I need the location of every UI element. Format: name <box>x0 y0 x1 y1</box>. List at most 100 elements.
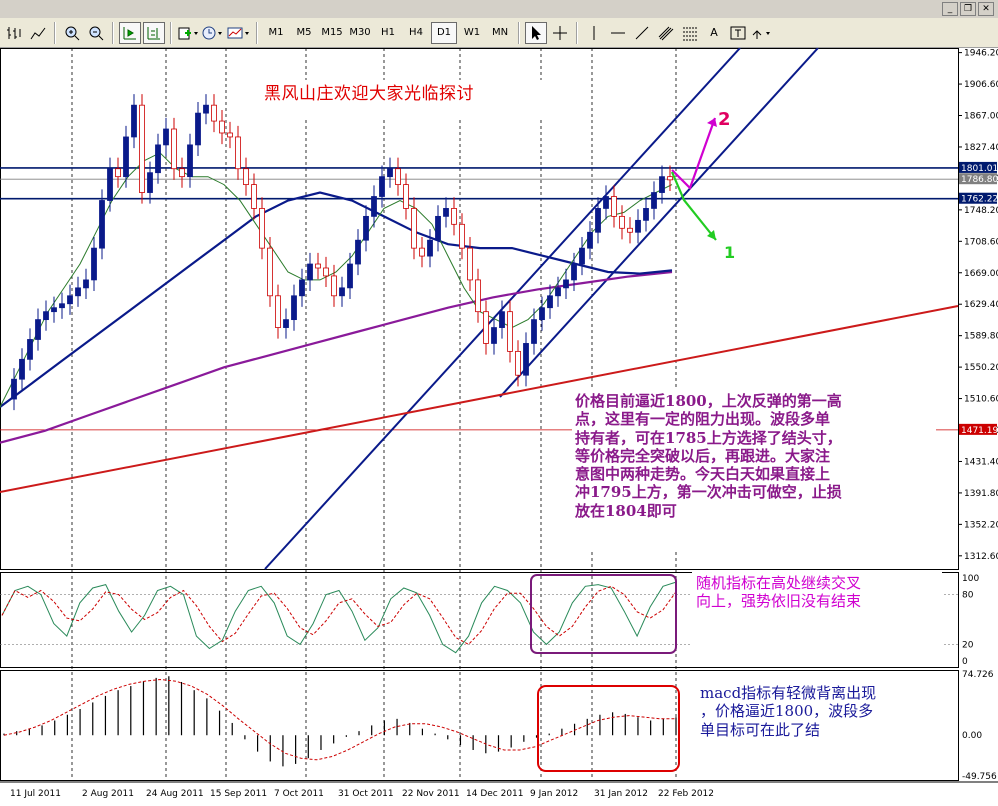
candle-body <box>579 247 585 265</box>
trendline-tool-button[interactable] <box>631 22 653 44</box>
trendline-icon <box>635 26 649 39</box>
candle-body <box>139 104 145 193</box>
fibonacci-tool-button[interactable] <box>679 22 701 44</box>
y-tick-label: 1312.60 <box>964 552 998 562</box>
arrows-tool-button[interactable] <box>751 22 773 44</box>
y-tick-label: 1629.40 <box>964 300 998 310</box>
minimize-button[interactable]: _ <box>942 2 958 16</box>
x-tick-label: 2 Aug 2011 <box>82 789 134 799</box>
timeframe-button[interactable]: W1 <box>459 22 485 44</box>
candle-body <box>331 275 337 297</box>
candle-body <box>299 279 305 297</box>
candle-body <box>451 208 457 225</box>
timeframe-button[interactable]: M1 <box>263 22 289 44</box>
zoom-in-button[interactable] <box>61 22 83 44</box>
candle-body <box>395 168 401 186</box>
templates-button[interactable] <box>227 22 251 44</box>
bar-chart-icon <box>7 26 21 39</box>
line-chart-button[interactable] <box>27 22 49 44</box>
annotation-line: 持有者，可在1785上方选择了结头寸， <box>575 428 842 447</box>
stochastic-main-line <box>1 581 677 654</box>
annotation-line: 向上，强势依旧没有结束 <box>696 592 862 611</box>
candle-body <box>339 287 345 297</box>
candle-body <box>107 168 113 201</box>
candle-body <box>611 196 617 217</box>
candle-body <box>75 287 81 297</box>
x-tick-label: 7 Oct 2011 <box>274 789 324 799</box>
horizontal-line-icon <box>611 32 625 33</box>
annotation-line: 放在1804即可 <box>575 501 677 520</box>
restore-button[interactable]: ❐ <box>960 2 976 16</box>
timeframe-button[interactable]: M15 <box>319 22 345 44</box>
candle-body <box>267 247 273 297</box>
x-tick-label: 31 Jan 2012 <box>594 789 648 799</box>
candle-body <box>155 144 161 174</box>
candle-body <box>595 208 601 233</box>
chart-area[interactable]: 1946.201906.601867.001827.401788.201748.… <box>0 48 998 806</box>
timeframe-button[interactable]: M5 <box>291 22 317 44</box>
timeframe-button[interactable]: H1 <box>375 22 401 44</box>
timeframe-button[interactable]: H4 <box>403 22 429 44</box>
candle-body <box>427 239 433 257</box>
macd-signal-line <box>3 678 676 761</box>
candle-body <box>99 200 105 249</box>
text-tool-button[interactable]: A <box>703 22 725 44</box>
candle-body <box>243 168 249 186</box>
stochastic-highlight-box <box>530 574 677 654</box>
cursor-tool-button[interactable] <box>525 21 547 44</box>
wave-up-arrow <box>671 117 717 191</box>
vertical-line-tool-button[interactable] <box>583 22 605 44</box>
auto-scroll-button[interactable] <box>119 21 141 44</box>
close-button[interactable]: ✕ <box>978 2 994 16</box>
label-tool-button[interactable] <box>727 22 749 44</box>
template-icon <box>227 27 249 38</box>
cursor-icon <box>532 25 541 40</box>
main-analysis-annotation: 价格目前逼近1800，上次反弹的第一高 点，这里有一定的阻力出现。波段多单 持有… <box>572 390 936 552</box>
crosshair-tool-button[interactable] <box>549 22 571 44</box>
y-tick-label: 1352.20 <box>964 520 998 530</box>
zoom-out-button[interactable] <box>85 22 107 44</box>
y-tick-label: 1391.80 <box>964 489 998 499</box>
x-tick-label: 11 Jul 2011 <box>10 789 61 799</box>
candle-body <box>115 168 121 178</box>
channel-tool-button[interactable] <box>655 22 677 44</box>
stochastic-tick-label: 100 <box>962 574 979 584</box>
x-tick-label: 9 Jan 2012 <box>530 789 578 799</box>
indicators-button[interactable] <box>177 22 199 44</box>
periods-button[interactable] <box>201 22 225 44</box>
candle-body <box>467 247 473 281</box>
horizontal-line-tool-button[interactable] <box>607 22 629 44</box>
candle-body <box>43 311 49 321</box>
candle-body <box>667 176 673 181</box>
timeframe-button[interactable]: MN <box>487 22 513 44</box>
toolbar-separator <box>256 21 258 44</box>
chart-shift-button[interactable] <box>143 21 165 44</box>
timeframe-button[interactable]: M30 <box>347 22 373 44</box>
candle-body <box>307 263 313 281</box>
macd-highlight-box <box>537 685 680 772</box>
candle-body <box>515 350 521 376</box>
annotation-line: 冲1795上方，第一次冲击可做空，止损 <box>575 483 842 502</box>
x-tick-label: 24 Aug 2011 <box>146 789 204 799</box>
timeframe-button-active[interactable]: D1 <box>431 21 457 44</box>
channel-icon <box>658 26 674 40</box>
annotation-line: 单目标可在此了结 <box>700 720 821 739</box>
y-tick-label: 1906.60 <box>964 80 998 90</box>
price-label: 1471.19 <box>961 426 998 436</box>
x-tick-label: 22 Nov 2011 <box>402 789 460 799</box>
macd-tick-label: 74.726 <box>962 670 994 680</box>
candle-body <box>507 311 513 352</box>
candle-body <box>67 295 73 305</box>
candle-body <box>347 263 353 289</box>
text-label-icon <box>730 26 746 39</box>
annotation-line: ，价格逼近1800，波段多 <box>700 702 874 721</box>
bar-chart-button[interactable] <box>3 22 25 44</box>
candle-body <box>275 295 281 328</box>
toolbar-separator <box>518 21 520 44</box>
y-tick-label: 1589.80 <box>964 332 998 342</box>
candle-body <box>475 279 481 313</box>
candle-body <box>235 136 241 170</box>
candle-body <box>195 112 201 146</box>
window-controls: _ ❐ ✕ <box>942 2 994 16</box>
candle-body <box>371 196 377 217</box>
